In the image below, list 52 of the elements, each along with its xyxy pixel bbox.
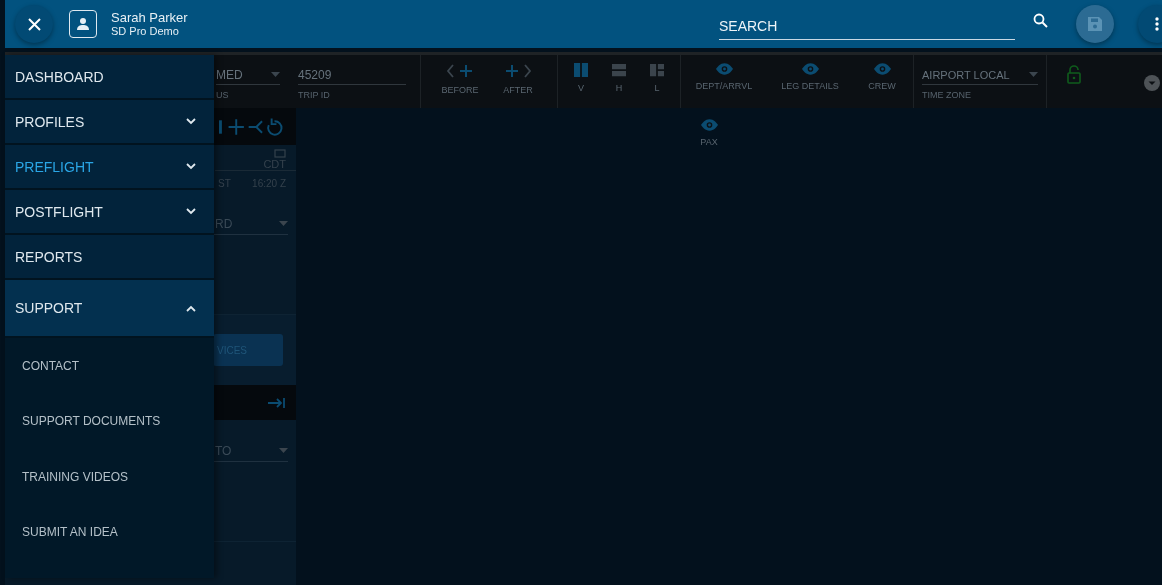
expand-icon[interactable]: [1144, 75, 1160, 91]
status-dropdown[interactable]: MED: [216, 65, 280, 85]
submenu-item[interactable]: SUPPORT DOCUMENTS: [5, 393, 214, 449]
menu-item[interactable]: SUPPORT: [5, 280, 214, 338]
trip-id-label: TRIP ID: [298, 90, 331, 100]
user-avatar-icon: [69, 10, 97, 38]
status-label: US: [216, 90, 230, 100]
trip-id-field[interactable]: 45209: [298, 65, 406, 85]
menu-item[interactable]: DASHBOARD: [5, 55, 214, 100]
user-name: Sarah Parker: [111, 10, 188, 25]
menu-item[interactable]: PREFLIGHT: [5, 145, 214, 190]
user-organization: SD Pro Demo: [111, 25, 180, 38]
layout-button[interactable]: L: [638, 55, 676, 101]
panel-toggle-button[interactable]: DEPT/ARRVL: [681, 55, 767, 111]
eye-icon: [715, 63, 733, 75]
layout-button[interactable]: H: [600, 55, 638, 101]
calendar-icon: [274, 149, 286, 158]
chevron-icon: [186, 163, 196, 170]
caret-icon: [1029, 72, 1038, 77]
save-icon: [1088, 17, 1102, 31]
menu-item[interactable]: REPORTS: [5, 235, 214, 280]
caret-icon: [279, 448, 288, 453]
close-button[interactable]: [15, 5, 53, 43]
caret-icon: [279, 221, 288, 226]
arrow-to-line-icon: [268, 396, 286, 409]
panel-toggle-button[interactable]: LEG DETAILS: [767, 55, 853, 111]
submenu-item[interactable]: CONTACT: [5, 338, 214, 394]
submenu-item[interactable]: TRAINING VIDEOS: [5, 449, 214, 505]
more-icon: [1155, 17, 1159, 31]
search-field[interactable]: SEARCH: [719, 12, 1015, 40]
layout-button[interactable]: V: [562, 55, 600, 101]
insert-icon: [504, 63, 532, 79]
menu-item[interactable]: PROFILES: [5, 100, 214, 145]
chevron-icon: [186, 118, 196, 125]
caret-icon: [271, 72, 280, 77]
eye-icon: [801, 63, 819, 75]
time-zone-label: TIME ZONE: [922, 90, 972, 100]
time-zone-dropdown[interactable]: AIRPORT LOCAL: [922, 65, 1038, 85]
menu-item[interactable]: POSTFLIGHT: [5, 190, 214, 235]
panel-toggle-button[interactable]: PAX: [681, 111, 737, 161]
submenu-item[interactable]: SUBMIT AN IDEA: [5, 504, 214, 560]
panel-toggle-button[interactable]: CREW: [853, 55, 911, 111]
eye-icon: [700, 119, 718, 131]
search-button[interactable]: [1033, 12, 1048, 28]
insert-leg-button[interactable]: BEFORE: [431, 55, 489, 101]
chevron-icon: [186, 208, 196, 215]
search-icon: [1033, 12, 1048, 28]
close-icon: [27, 17, 41, 31]
chevron-icon: [186, 304, 196, 312]
insert-icon: [446, 63, 474, 79]
insert-leg-button[interactable]: AFTER: [489, 55, 547, 101]
eye-icon: [873, 63, 891, 75]
